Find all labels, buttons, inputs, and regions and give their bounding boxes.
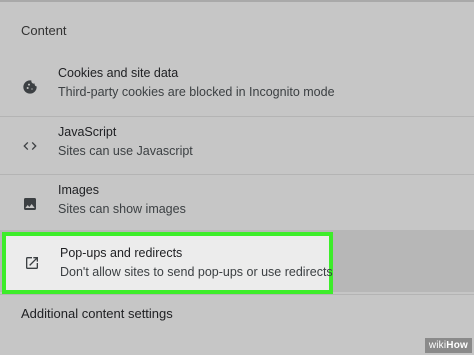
- wikihow-watermark: wikiHow: [424, 338, 472, 353]
- popups-redirects-row[interactable]: Pop-ups and redirects Don't allow sites …: [2, 232, 333, 294]
- open-in-new-icon: [22, 253, 42, 273]
- images-title: Images: [58, 183, 99, 197]
- section-title: Content: [21, 23, 67, 38]
- popups-subtitle: Don't allow sites to send pop-ups or use…: [60, 265, 333, 279]
- watermark-wiki: wiki: [428, 340, 447, 351]
- popups-title: Pop-ups and redirects: [60, 246, 183, 260]
- images-row[interactable]: Images Sites can show images: [0, 174, 474, 232]
- javascript-subtitle: Sites can use Javascript: [58, 144, 193, 158]
- cookie-icon: [20, 77, 40, 97]
- images-subtitle: Sites can show images: [58, 202, 186, 216]
- javascript-title: JavaScript: [58, 125, 117, 139]
- additional-content-settings[interactable]: Additional content settings: [21, 306, 173, 321]
- code-icon: [20, 136, 40, 156]
- cookies-subtitle: Third-party cookies are blocked in Incog…: [58, 85, 335, 99]
- cookies-title: Cookies and site data: [58, 66, 179, 80]
- watermark-how: How: [446, 340, 468, 351]
- javascript-row[interactable]: JavaScript Sites can use Javascript: [0, 116, 474, 174]
- divider: [0, 294, 474, 295]
- cookies-site-data-row[interactable]: Cookies and site data Third-party cookie…: [0, 58, 474, 116]
- image-icon: [20, 194, 40, 214]
- top-divider: [0, 0, 474, 2]
